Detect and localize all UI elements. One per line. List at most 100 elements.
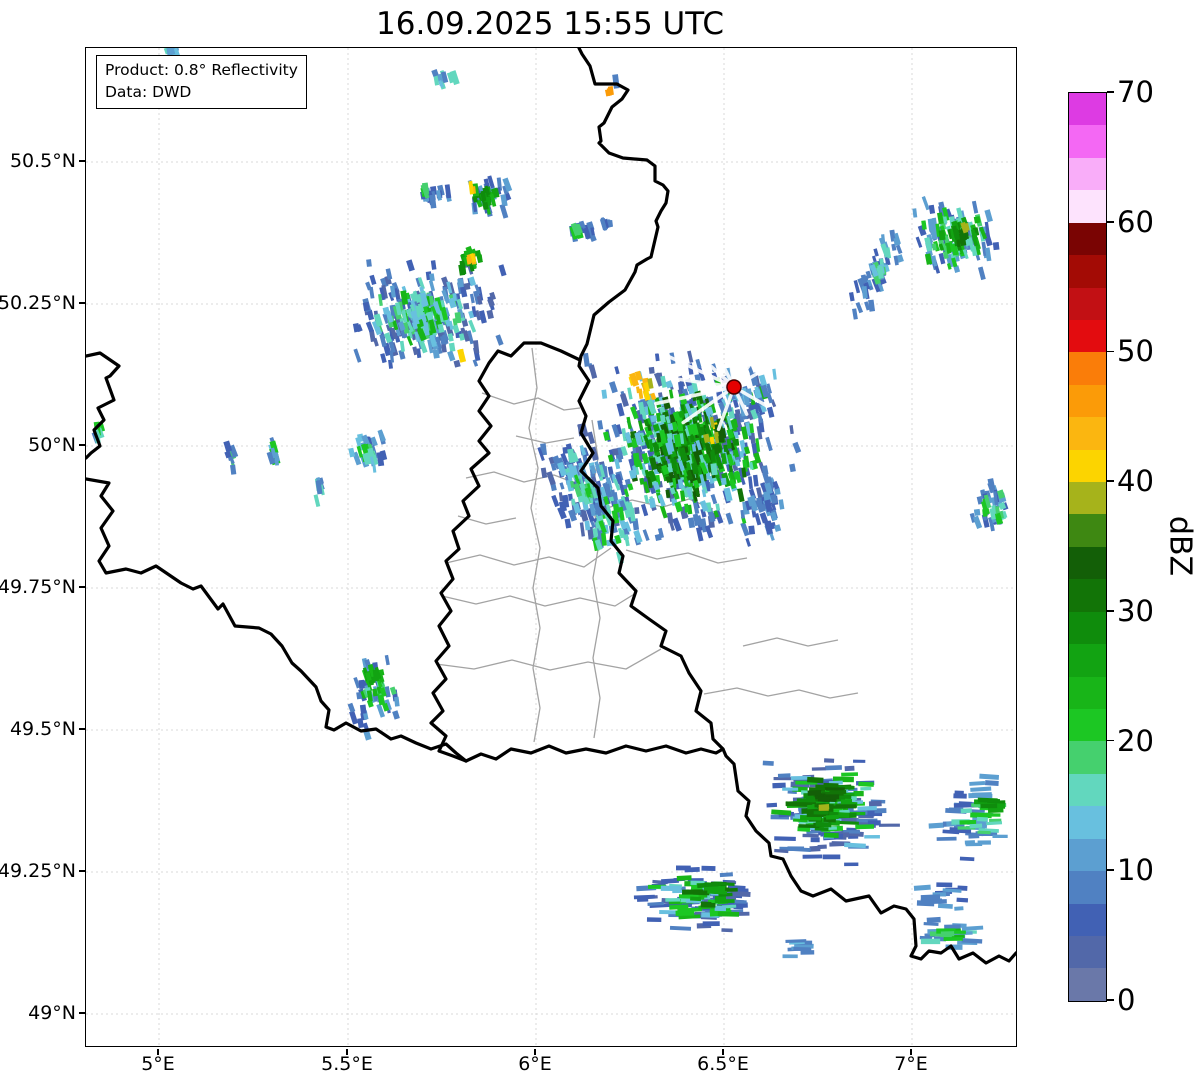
radar-echo-cell (860, 786, 872, 791)
radar-echo-cell (818, 804, 830, 810)
radar-echo-cell (648, 366, 655, 374)
radar-echo-cell (412, 346, 419, 356)
radar-echo-cell (982, 508, 988, 517)
radar-echo-cell (778, 499, 785, 510)
product-info-box: Product: 0.8° Reflectivity Data: DWD (96, 55, 307, 109)
radar-echo-cluster (928, 773, 1008, 862)
radar-echo-cell (813, 811, 829, 815)
colorbar-segment (1069, 287, 1106, 320)
radar-echo-cell (642, 529, 650, 541)
radar-echo-cell (789, 425, 794, 435)
country-border (86, 477, 468, 763)
radar-echo-cell (676, 875, 692, 881)
radar-echo-cell (977, 840, 991, 845)
radar-echo-cell (852, 308, 858, 320)
radar-echo-cell (938, 229, 946, 241)
radar-echo-cell (365, 281, 372, 291)
y-tick-mark (79, 302, 85, 304)
radar-echo-cell (559, 482, 565, 490)
radar-echo-cell (448, 342, 456, 352)
colorbar-tick-mark (1106, 610, 1114, 612)
radar-echo-cell (626, 416, 632, 430)
radar-echo-cell (807, 776, 824, 784)
radar-echo-cell (223, 440, 233, 453)
radar-echo-cell (774, 836, 796, 842)
country-border (86, 351, 121, 460)
colorbar-tick-label: 70 (1117, 75, 1154, 109)
radar-echo-cell (366, 259, 372, 267)
colorbar-segment (1069, 644, 1106, 677)
radar-echo-cluster (782, 939, 815, 959)
radar-echo-cell (588, 364, 598, 379)
colorbar-segment (1069, 709, 1106, 742)
y-tick-label: 49.5°N (9, 718, 76, 740)
radar-echo-cluster (313, 476, 325, 507)
radar-echo-cell (984, 209, 993, 223)
y-tick-mark (79, 160, 85, 162)
radar-echo-cell (958, 801, 973, 806)
radar-echo-cell (989, 813, 1001, 817)
radar-echo-cell (782, 787, 799, 791)
radar-echo-cell (495, 334, 504, 346)
colorbar-tick-mark (1106, 739, 1114, 742)
radar-echo-cell (745, 537, 751, 547)
radar-echo-cell (977, 266, 986, 281)
radar-echo-cell (787, 846, 805, 851)
radar-echo-cell (710, 494, 718, 505)
radar-echo-cell (976, 816, 988, 822)
radar-echo-cell (765, 436, 773, 452)
x-tick-mark (157, 1048, 159, 1055)
radar-echo-cell (640, 503, 649, 517)
radar-echo-cell (444, 184, 452, 199)
radar-echo-cell (841, 772, 859, 777)
radar-echo-cell (848, 292, 855, 302)
radar-echo-cluster (467, 175, 513, 219)
radar-echo-cell (468, 180, 474, 195)
radar-echo-cell (766, 406, 775, 418)
radar-echo-cell (349, 710, 359, 725)
radar-echo-cluster (266, 437, 281, 466)
radar-location-marker (726, 379, 742, 395)
radar-echo-cell (761, 465, 769, 476)
colorbar-segment (1069, 125, 1106, 158)
radar-echo-cell (857, 805, 877, 811)
colorbar-segment (1069, 773, 1106, 807)
radar-echo-cell (802, 854, 823, 859)
x-tick-mark (346, 1048, 348, 1055)
radar-echo-cell (937, 903, 953, 909)
radar-figure: 16.09.2025 15:55 UTC Product: 0.8° Refle… (0, 0, 1202, 1081)
x-tick-label: 5°E (141, 1053, 175, 1075)
country-border (464, 744, 725, 763)
y-tick-label: 49.75°N (0, 576, 76, 598)
region-border (481, 392, 581, 411)
radar-echo-cell (739, 450, 745, 458)
radar-echo-cluster (569, 217, 614, 243)
radar-echo-cell (748, 525, 756, 535)
radar-echo-cell (695, 358, 702, 369)
colorbar-tick-mark (1106, 220, 1114, 223)
radar-echo-cell (796, 798, 817, 803)
radar-echo-cell (811, 767, 826, 771)
radar-echo-cell (785, 801, 808, 807)
colorbar-tick-label: 10 (1117, 853, 1154, 888)
colorbar-segment (1069, 157, 1106, 191)
radar-echo-cell (392, 710, 400, 720)
radar-echo-cell (844, 862, 859, 867)
radar-echo-cell (353, 348, 362, 363)
radar-echo-cell (648, 497, 657, 509)
x-tick-mark (722, 1048, 724, 1055)
radar-echo-cluster (912, 196, 1000, 281)
radar-map-canvas (86, 48, 1016, 1046)
radar-echo-cell (690, 896, 702, 902)
radar-echo-cell (733, 900, 747, 904)
radar-echo-cell (853, 759, 866, 763)
radar-echo-cell (953, 793, 967, 799)
colorbar-segment (1069, 222, 1106, 256)
colorbar-tick-mark (1106, 480, 1114, 482)
radar-echo-cell (551, 494, 560, 508)
radar-echo-cell (687, 350, 694, 363)
radar-echo-cell (817, 844, 827, 850)
radar-echo-cell (582, 352, 590, 367)
radar-echo-cell (369, 274, 377, 286)
radar-echo-cell (921, 196, 930, 211)
